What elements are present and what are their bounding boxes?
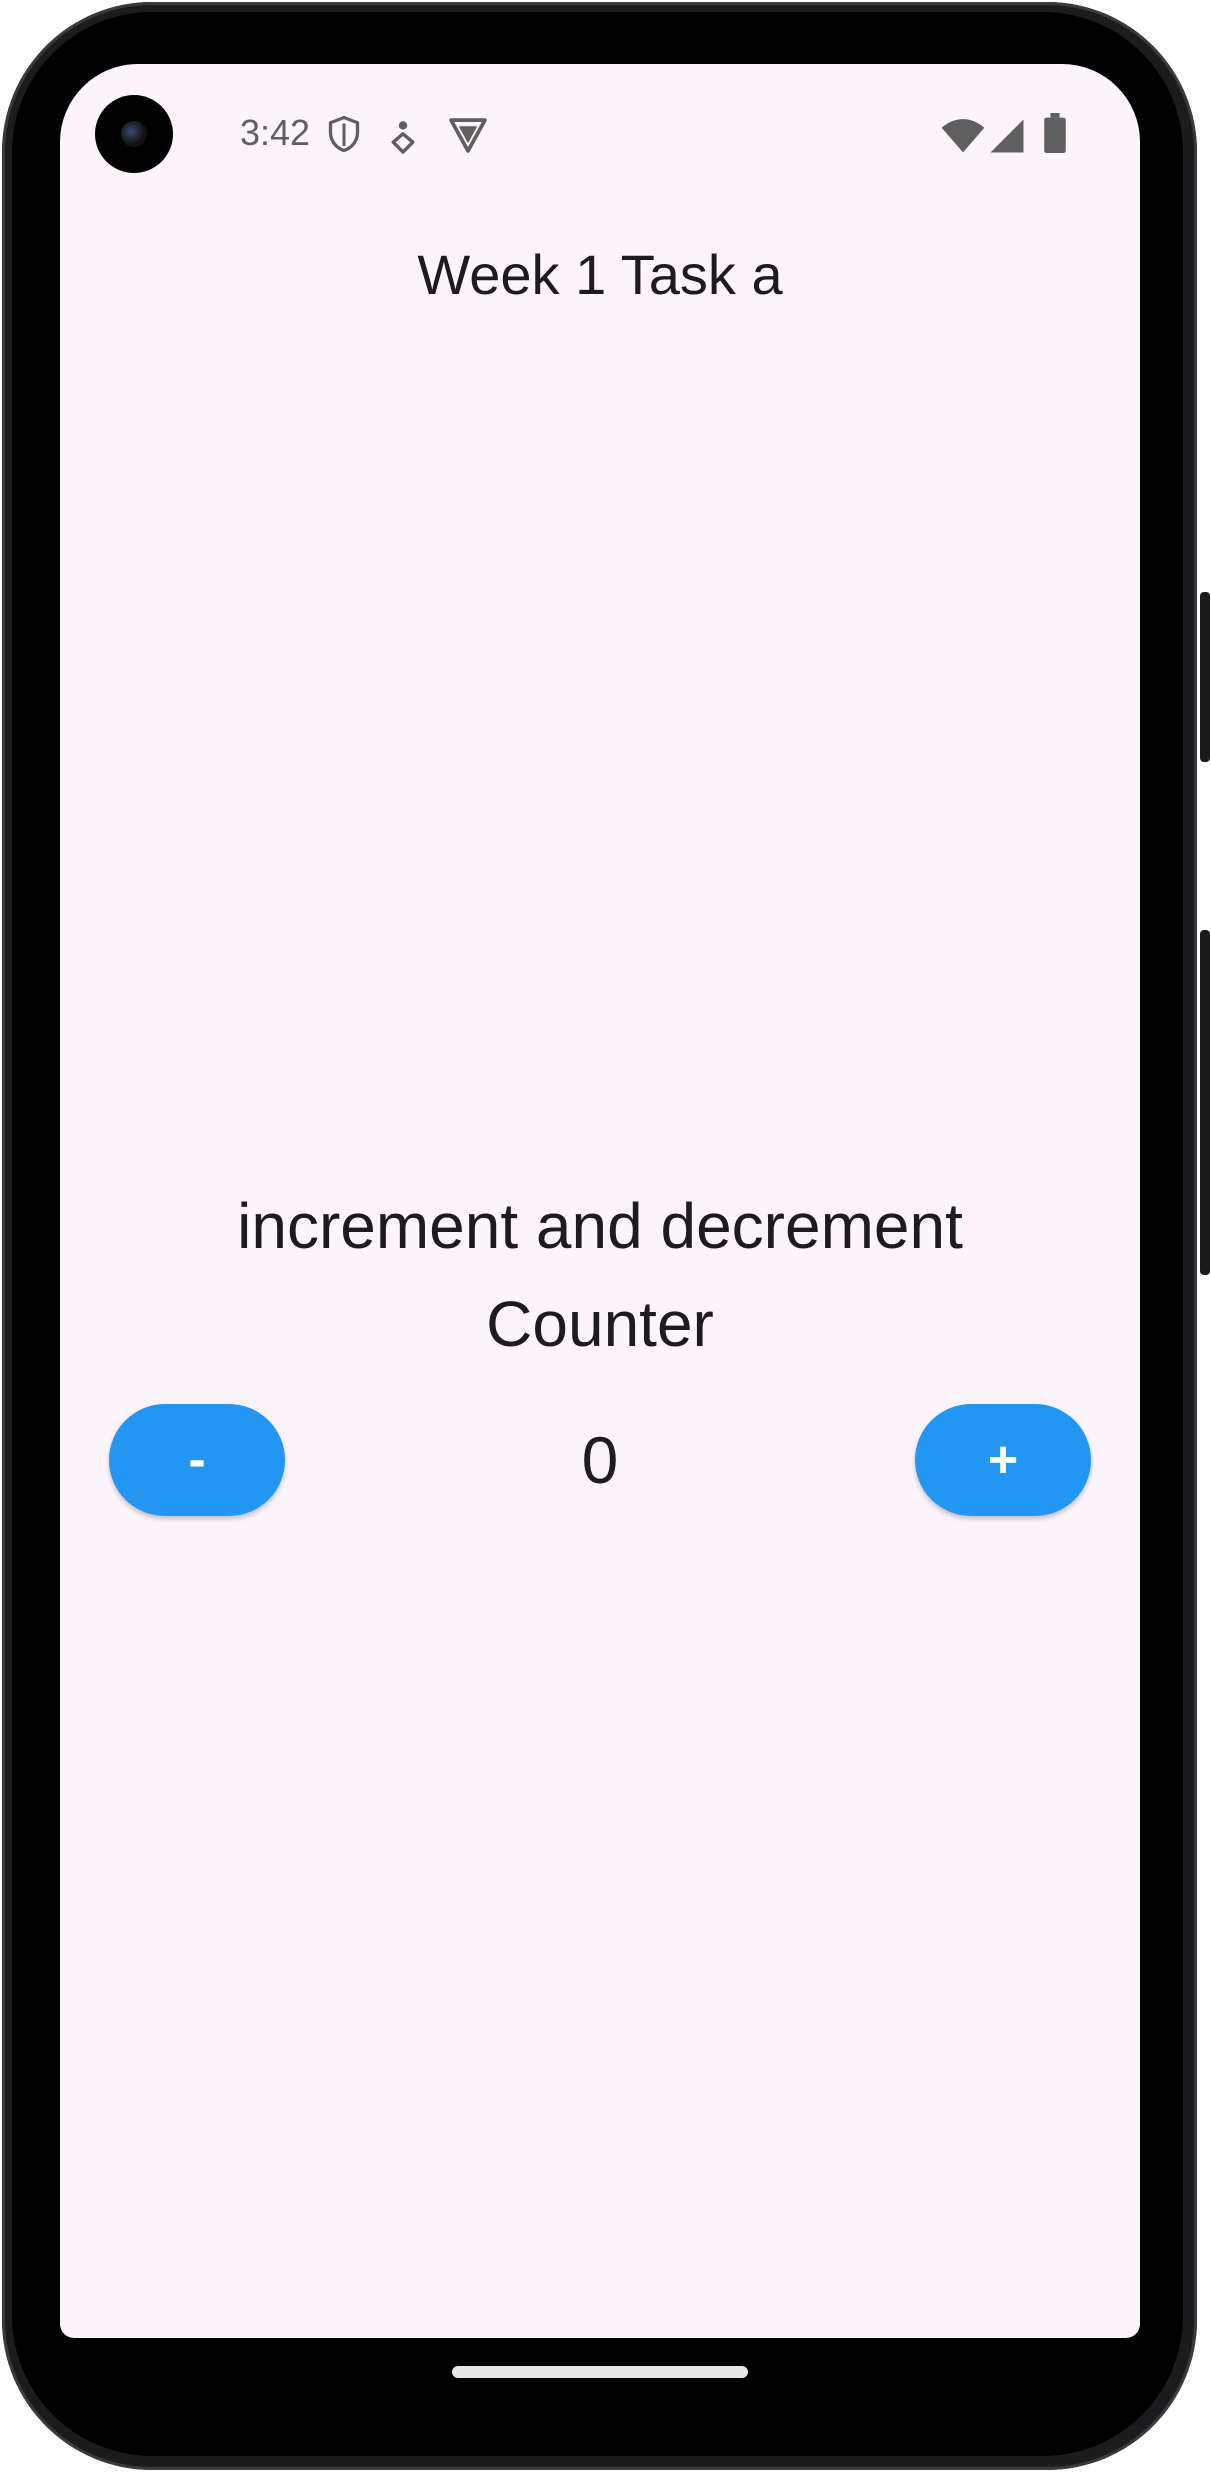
counter-row: - 0 + — [60, 1404, 1140, 1516]
status-bar: 3:42 — [60, 64, 1140, 204]
increment-button[interactable]: + — [915, 1404, 1091, 1516]
camera-lens — [121, 121, 147, 147]
counter-value: 0 — [581, 1423, 619, 1497]
volume-button[interactable] — [1200, 930, 1210, 1275]
counter-label: increment and decrement Counter — [60, 1177, 1140, 1373]
power-button[interactable] — [1200, 592, 1210, 762]
shield-icon — [328, 115, 360, 153]
status-time: 3:42 — [240, 112, 311, 153]
vpn-icon — [449, 118, 487, 153]
app-title: Week 1 Task a — [417, 243, 783, 306]
cell-signal-icon — [990, 119, 1024, 153]
app-screen: 3:42 Week 1 Task a increment and decreme… — [60, 64, 1140, 2338]
accessibility-icon — [391, 121, 415, 154]
battery-icon — [1044, 113, 1066, 153]
home-indicator[interactable] — [452, 2366, 748, 2378]
wifi-icon — [941, 119, 985, 153]
decrement-button[interactable]: - — [109, 1404, 285, 1516]
phone-device: 3:42 Week 1 Task a increment and decreme… — [0, 0, 1211, 2474]
camera-icon — [95, 95, 173, 173]
counter-label-line2: Counter — [486, 1288, 714, 1360]
counter-label-line1: increment and decrement — [237, 1190, 963, 1262]
